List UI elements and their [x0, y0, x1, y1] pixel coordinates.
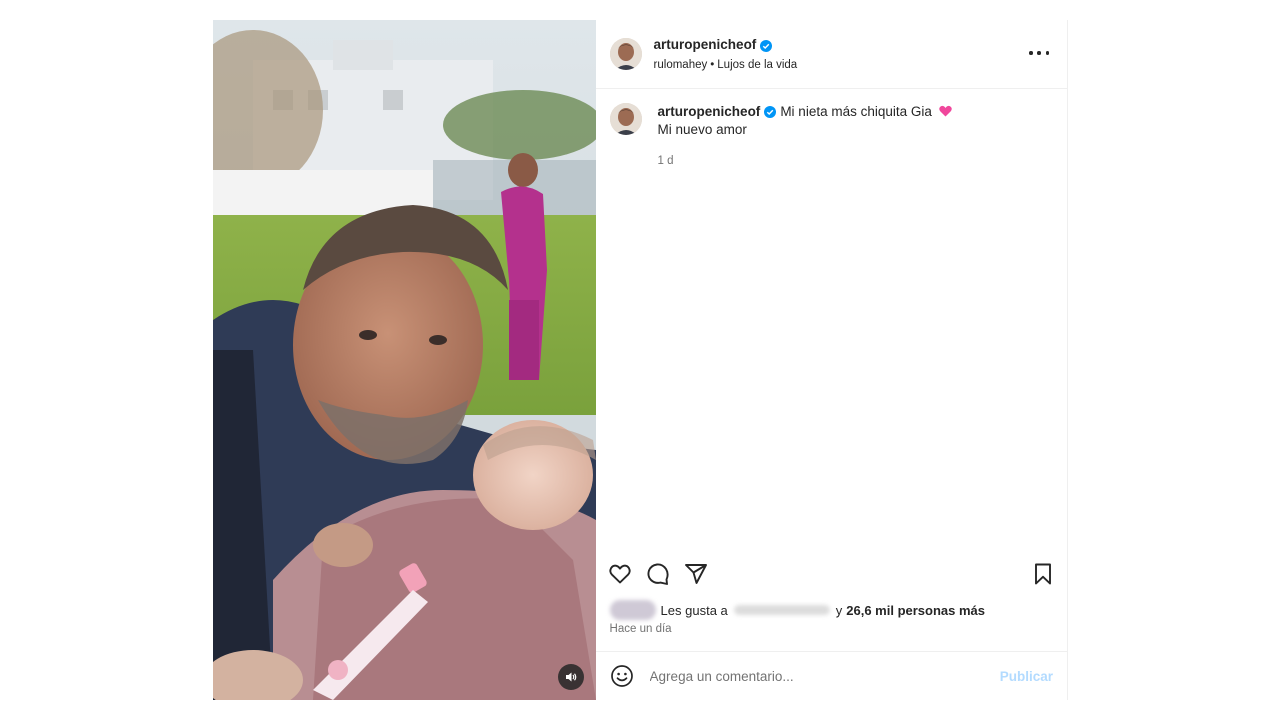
more-dot-icon — [1029, 51, 1033, 55]
audio-toggle-button[interactable] — [557, 664, 584, 690]
caption-username[interactable]: arturopenicheof — [658, 103, 777, 121]
post-side-panel: arturopenicheof rulomahey • Lujos de la vi… — [595, 20, 1068, 700]
comment-icon — [647, 563, 669, 585]
liker-avatars[interactable] — [609, 600, 656, 620]
share-icon — [684, 564, 707, 584]
comment-input[interactable] — [647, 667, 1000, 685]
more-options-button[interactable] — [1029, 46, 1049, 60]
pink-heart-icon — [938, 105, 952, 117]
publish-button[interactable]: Publicar — [1000, 669, 1053, 684]
caption-username-text[interactable]: arturopenicheof — [658, 103, 761, 121]
tagged-user-link[interactable]: rulomahey — [654, 59, 708, 71]
speaker-icon — [565, 672, 576, 682]
caption-text: Mi nieta más chiquita Gia — [780, 104, 932, 119]
caption-avatar[interactable] — [609, 103, 642, 135]
smiley-icon — [610, 665, 633, 687]
audio-link[interactable]: Lujos de la vida — [717, 59, 797, 71]
likes-count-link[interactable]: 26,6 mil personas más — [846, 603, 985, 618]
author-avatar[interactable] — [609, 38, 642, 70]
post-date[interactable]: Hace un día — [596, 623, 1067, 641]
bookmark-icon — [1035, 563, 1051, 585]
liker-name-blurred[interactable] — [733, 605, 830, 615]
post-video[interactable] — [213, 20, 596, 700]
heart-icon — [608, 564, 631, 584]
caption: arturopenicheof Mi nieta más chiquita Gi… — [609, 103, 1053, 170]
author-avatar-image — [609, 38, 642, 70]
author-username[interactable]: arturopenicheof — [654, 37, 773, 54]
save-button[interactable] — [1031, 562, 1055, 586]
share-button[interactable] — [684, 562, 708, 586]
subtitle-separator: • — [710, 59, 715, 72]
author-username-text[interactable]: arturopenicheof — [654, 37, 757, 54]
post-header: arturopenicheof rulomahey • Lujos de la vi… — [595, 20, 1067, 89]
action-bar — [596, 555, 1067, 593]
caption-timestamp[interactable]: 1 d — [658, 152, 952, 170]
likes-connector: y — [835, 602, 843, 618]
video-frame — [213, 20, 596, 700]
more-dot-icon — [1045, 51, 1049, 55]
comment-composer: Publicar — [595, 651, 1067, 700]
likes-prefix: Les gusta a — [660, 602, 728, 618]
more-dot-icon — [1037, 51, 1041, 55]
caption-body: arturopenicheof Mi nieta más chiquita Gi… — [658, 103, 952, 170]
verified-badge-icon — [760, 39, 773, 52]
like-button[interactable] — [608, 562, 632, 586]
caption-line2: Mi nuevo amor — [657, 122, 747, 137]
likes-summary: Les gusta a y 26,6 mil personas más — [596, 597, 1067, 623]
caption-area: arturopenicheof Mi nieta más chiquita Gi… — [596, 89, 1067, 555]
verified-badge-icon — [764, 106, 777, 118]
post-subtitle: rulomahey • Lujos de la vida — [654, 58, 798, 72]
instagram-post: arturopenicheof rulomahey • Lujos de la vi… — [213, 20, 1068, 700]
comment-button[interactable] — [646, 562, 670, 586]
emoji-picker-button[interactable] — [610, 664, 634, 688]
caption-avatar-image — [609, 103, 642, 135]
